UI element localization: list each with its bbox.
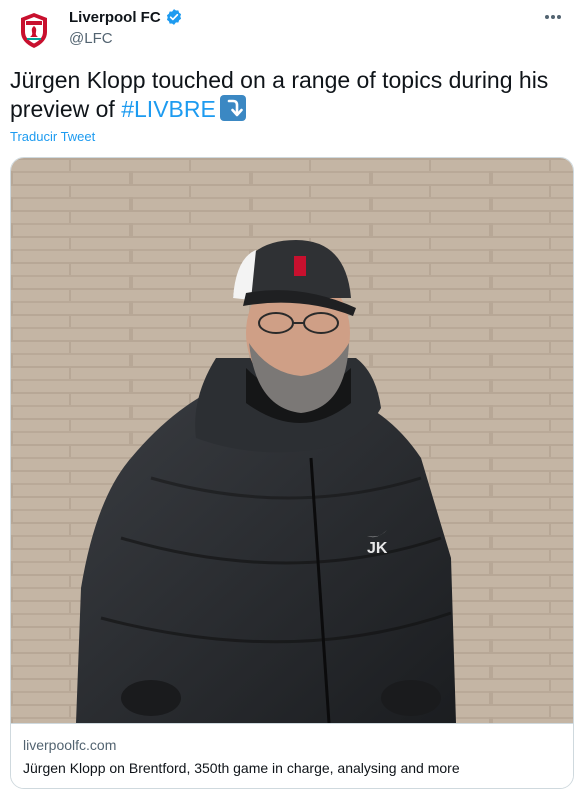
hashtag-link[interactable]: #LIVBRE: [121, 96, 216, 122]
avatar[interactable]: [12, 8, 56, 52]
tweet-header: Liverpool FC @LFC: [0, 0, 580, 60]
account-handle[interactable]: @LFC: [69, 30, 113, 47]
liverpool-crest-icon: [21, 13, 47, 48]
right-arrow-curving-down-icon: [219, 95, 246, 121]
card-meta[interactable]: liverpoolfc.com Jürgen Klopp on Brentfor…: [11, 723, 573, 788]
more-options-icon[interactable]: [540, 6, 566, 28]
tweet-text: Jürgen Klopp touched on a range of topic…: [10, 66, 570, 124]
translate-link[interactable]: Traducir Tweet: [10, 129, 95, 144]
card-domain: liverpoolfc.com: [23, 737, 117, 753]
link-card[interactable]: JK liverpoolfc.com Jürgen Klopp on Brent…: [10, 157, 574, 789]
verified-badge-icon: [166, 9, 181, 25]
tweet: Liverpool FC @LFC Jürgen Klopp touched o…: [0, 0, 580, 796]
tweet-body: Jürgen Klopp touched on a range of topic…: [10, 67, 549, 122]
card-title: Jürgen Klopp on Brentford, 350th game in…: [23, 760, 460, 776]
svg-text:JK: JK: [367, 540, 388, 557]
account-name[interactable]: Liverpool FC: [69, 9, 161, 26]
klopp-photo[interactable]: JK: [11, 158, 573, 723]
